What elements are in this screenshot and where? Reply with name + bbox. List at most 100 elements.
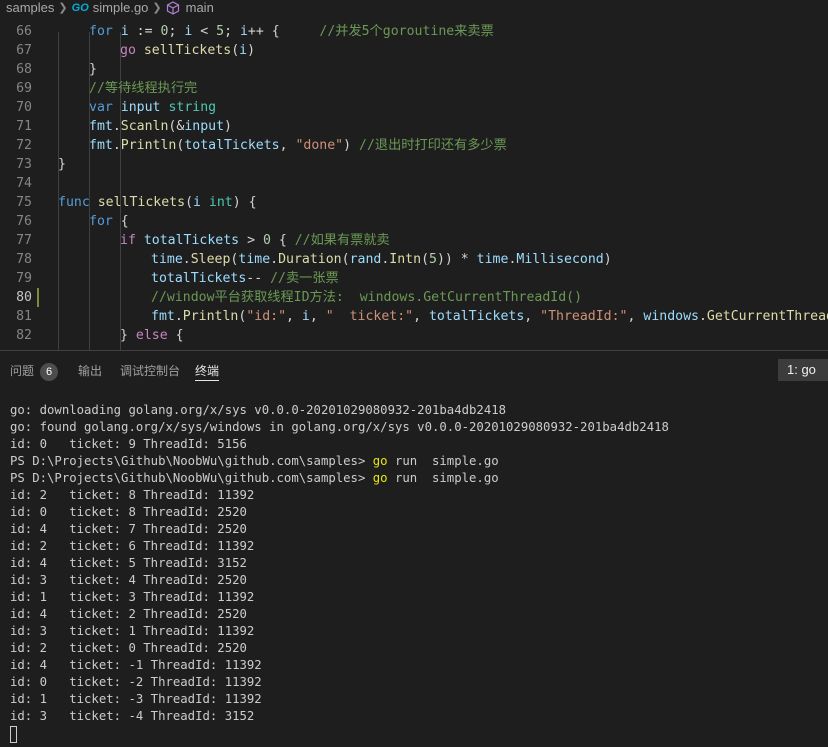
breadcrumb: samples ❯ GO simple.go ❯ main <box>0 0 828 16</box>
code-token: Println <box>120 138 177 153</box>
code-token: string <box>168 100 217 115</box>
code-token: func <box>58 195 90 210</box>
tab-problems[interactable]: 问题 6 <box>10 362 59 381</box>
code-token: , <box>309 309 326 324</box>
code-text: totalTickets-- //卖一张票 <box>151 269 339 288</box>
code-token: i <box>301 309 310 324</box>
code-line[interactable]: 77 if totalTickets > 0 { //如果有票就卖 <box>0 231 828 250</box>
terminal-output[interactable]: go: downloading golang.org/x/sys v0.0.0-… <box>0 389 828 747</box>
code-token: Intn <box>389 252 422 267</box>
code-line[interactable]: 74 <box>0 174 828 193</box>
code-line[interactable]: 67 go sellTickets(i) <box>0 41 828 60</box>
terminal-line: id: 3 ticket: 1 ThreadId: 11392 <box>10 624 255 638</box>
breadcrumb-folder[interactable]: samples <box>0 0 54 16</box>
line-number: 68 <box>16 62 32 77</box>
code-line[interactable]: 82} else { <box>0 326 828 345</box>
code-token: := <box>128 24 161 39</box>
code-text: if totalTickets > 0 { //如果有票就卖 <box>120 231 390 250</box>
code-token: " ticket:" <box>325 309 414 324</box>
terminal-line: id: 4 ticket: 2 ThreadId: 2520 <box>10 607 247 621</box>
code-text: //window平台获取线程ID方法: windows.GetCurrentTh… <box>151 288 582 307</box>
code-token: Sleep <box>190 252 231 267</box>
code-text: func sellTickets(i int) { <box>58 193 257 212</box>
code-token: //window平台获取线程ID方法: windows.GetCurrentTh… <box>151 290 583 305</box>
code-token: time <box>151 252 183 267</box>
tab-label: 问题 <box>10 364 35 378</box>
code-token: //如果有票就卖 <box>294 233 390 248</box>
code-line[interactable]: 81 fmt.Println("id:", i, " ticket:", tota… <box>0 307 828 326</box>
line-number: 80 <box>16 290 32 305</box>
code-token: for <box>89 24 113 39</box>
tab-terminal[interactable]: 终端 <box>195 362 220 381</box>
problems-count-badge: 6 <box>40 363 59 381</box>
code-token: //并发5个goroutine来卖票 <box>319 24 494 39</box>
code-token: "id:" <box>246 309 287 324</box>
code-line[interactable]: 79 totalTickets-- //卖一张票 <box>0 269 828 288</box>
breadcrumb-symbol[interactable]: main <box>186 0 214 16</box>
panel-tab-bar: 问题 6 输出 调试控制台 终端 1: go <box>0 351 828 389</box>
code-token: , <box>286 309 302 324</box>
code-line[interactable]: 72 fmt.Println(totalTickets, "done") //退出… <box>0 136 828 155</box>
code-text: var input string <box>89 98 216 117</box>
command-name: go <box>372 471 388 485</box>
line-number: 75 <box>16 195 32 210</box>
code-line[interactable]: 78 time.Sleep(time.Duration(rand.Intn(5))… <box>0 250 828 269</box>
command-args: run simple.go <box>387 454 499 468</box>
line-number: 71 <box>16 119 32 134</box>
code-text: go sellTickets(i) <box>120 41 255 60</box>
terminal-line: id: 1 ticket: 3 ThreadId: 11392 <box>10 590 255 604</box>
line-number: 78 <box>16 252 32 267</box>
code-token: 5 <box>216 24 225 39</box>
code-token: ) <box>343 138 360 153</box>
terminal-line: id: 4 ticket: 5 ThreadId: 3152 <box>10 556 247 570</box>
code-token: windows <box>643 309 699 324</box>
code-token: . <box>112 138 121 153</box>
code-line[interactable]: 66 for i := 0; i < 5; i++ { //并发5个gorouti… <box>0 22 828 41</box>
code-token: , <box>413 309 429 324</box>
code-token: . <box>112 119 121 134</box>
code-token: , <box>627 309 644 324</box>
code-line[interactable]: 69 //等待线程执行完 <box>0 79 828 98</box>
code-token: time <box>238 252 271 267</box>
code-token: totalTickets <box>428 309 525 324</box>
code-token: //卖一张票 <box>270 271 339 286</box>
code-line[interactable]: 68} <box>0 60 828 79</box>
code-line[interactable]: 80 //window平台获取线程ID方法: windows.GetCurrent… <box>0 288 828 307</box>
code-token: input <box>120 100 161 115</box>
terminal-cursor <box>10 726 17 743</box>
code-line[interactable]: 71 fmt.Scanln(&input) <box>0 117 828 136</box>
code-token: ++ { <box>247 24 320 39</box>
code-text: time.Sleep(time.Duration(rand.Intn(5)) *… <box>151 250 612 269</box>
code-token: Println <box>182 309 239 324</box>
code-text: fmt.Println(totalTickets, "done") //退出时打… <box>89 136 507 155</box>
terminal-line: go: downloading golang.org/x/sys v0.0.0-… <box>10 403 507 417</box>
terminal-selector[interactable]: 1: go <box>778 359 828 381</box>
tab-debug-console[interactable]: 调试控制台 <box>120 362 180 380</box>
terminal-line: id: 0 ticket: 8 ThreadId: 2520 <box>10 505 247 519</box>
breadcrumb-file[interactable]: simple.go <box>93 0 149 16</box>
terminal-line: id: 0 ticket: 9 ThreadId: 5156 <box>10 437 247 451</box>
cube-icon <box>166 1 179 15</box>
code-token: var <box>89 100 113 115</box>
code-line[interactable]: 75 func sellTickets(i int) { <box>0 193 828 212</box>
code-token: rand <box>349 252 382 267</box>
code-token: ( <box>231 43 240 58</box>
terminal-line: id: 4 ticket: -1 ThreadId: 11392 <box>10 658 262 672</box>
line-number: 70 <box>16 100 32 115</box>
line-number: 74 <box>16 176 32 191</box>
line-number: 82 <box>16 328 32 343</box>
code-editor[interactable]: 66 for i := 0; i < 5; i++ { //并发5个gorouti… <box>0 16 828 350</box>
code-line[interactable]: 73} <box>0 155 828 174</box>
code-line[interactable]: 76 for { <box>0 212 828 231</box>
tab-output[interactable]: 输出 <box>78 362 102 380</box>
code-token: { <box>112 214 129 229</box>
code-token: > <box>239 233 263 248</box>
go-file-icon: GO <box>71 2 89 14</box>
line-number: 76 <box>16 214 32 229</box>
terminal-line: id: 1 ticket: -3 ThreadId: 11392 <box>10 692 262 706</box>
code-token: i <box>239 43 248 58</box>
code-line[interactable]: 70 var input string <box>0 98 828 117</box>
code-token: )) * <box>436 252 477 267</box>
